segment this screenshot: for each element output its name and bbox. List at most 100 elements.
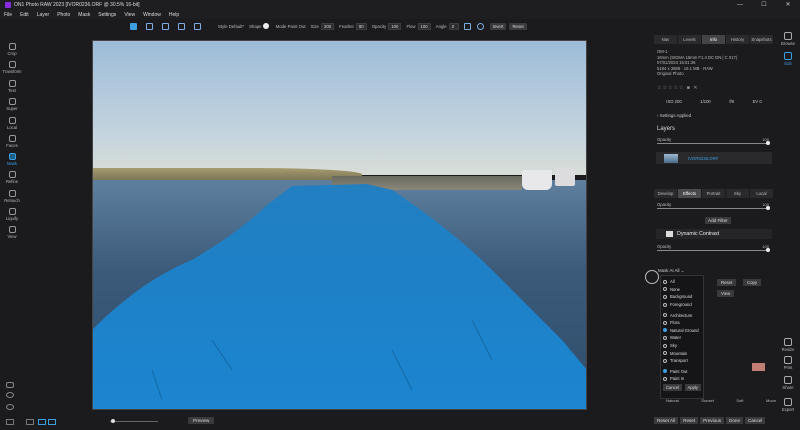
reset-panel-button[interactable]: Reset xyxy=(680,417,699,424)
menu-photo[interactable]: Photo xyxy=(57,12,70,18)
cancel-button[interactable]: Cancel xyxy=(745,417,766,424)
menu-view[interactable]: View xyxy=(124,12,135,18)
tab-sky[interactable]: Sky xyxy=(726,189,750,198)
tool-super[interactable]: Super xyxy=(0,98,24,111)
shape-option[interactable]: Shape xyxy=(249,23,271,29)
style-option[interactable]: Style Default* xyxy=(218,24,244,29)
tab-levels[interactable]: Levels xyxy=(678,35,702,44)
dd-option-none[interactable]: None xyxy=(663,286,701,294)
invert-button[interactable]: Invert xyxy=(489,22,507,30)
opacity-input[interactable]: 100 xyxy=(388,22,402,30)
gear-icon[interactable] xyxy=(476,22,484,30)
tab-snapshots[interactable]: Snapshots xyxy=(750,35,774,44)
filter-header[interactable]: Dynamic Contrast xyxy=(656,229,772,239)
dd-apply-button[interactable]: Apply xyxy=(684,383,701,391)
angle-input[interactable]: 0 xyxy=(448,22,459,30)
reset-all-button[interactable]: Reset All xyxy=(654,417,679,424)
previous-button[interactable]: Previous xyxy=(700,417,725,424)
dd-cancel-button[interactable]: Cancel xyxy=(663,383,683,391)
flow-input[interactable]: 100 xyxy=(417,22,431,30)
minimize-button[interactable]: — xyxy=(728,0,752,10)
tool-crop[interactable]: Crop xyxy=(0,43,24,56)
layer-row[interactable]: IVOR0236.ORF xyxy=(656,152,772,164)
dd-option-mountain[interactable]: Mountain xyxy=(663,349,701,357)
color-swatch[interactable] xyxy=(752,363,765,371)
single-view-icon[interactable] xyxy=(26,419,34,425)
module-export[interactable]: Export xyxy=(776,398,800,412)
mode-value[interactable]: Paint Out xyxy=(288,24,306,29)
menu-help[interactable]: Help xyxy=(169,12,179,18)
split-view-icon[interactable] xyxy=(48,419,56,425)
tool-refine[interactable]: Refine xyxy=(0,171,24,184)
effects-opacity-slider[interactable]: Opacity 100 xyxy=(657,202,771,212)
dd-option-paint-in[interactable]: Paint In xyxy=(663,375,701,383)
dd-option-transport[interactable]: Transport xyxy=(663,357,701,365)
tab-info[interactable]: Info xyxy=(702,35,726,44)
dd-option-sky[interactable]: Sky xyxy=(663,342,701,350)
menu-file[interactable]: File xyxy=(4,12,12,18)
tool-text[interactable]: Text xyxy=(0,80,24,93)
dd-option-background[interactable]: Background xyxy=(663,293,701,301)
tool-mask[interactable]: Mask xyxy=(0,153,24,166)
tool-view[interactable]: View xyxy=(0,226,24,239)
dd-option-natural-ground[interactable]: Natural Ground xyxy=(663,327,701,335)
mask-view-button[interactable]: View xyxy=(717,290,735,297)
menu-edit[interactable]: Edit xyxy=(20,12,29,18)
layer-opacity-knob[interactable] xyxy=(766,141,770,145)
maximize-button[interactable]: ☐ xyxy=(752,0,776,10)
dd-option-architecture[interactable]: Architecture xyxy=(663,311,701,319)
pen-pressure-icon[interactable] xyxy=(463,22,471,30)
tool-liquify[interactable]: Liquify xyxy=(0,208,24,221)
tool-faces[interactable]: Faces xyxy=(0,135,24,148)
effects-opacity-knob[interactable] xyxy=(766,206,770,210)
zoom-slider-knob[interactable] xyxy=(111,419,115,423)
preset-moon[interactable]: Moon xyxy=(766,398,776,403)
module-share[interactable]: Share xyxy=(776,376,800,390)
feather-input[interactable]: 80 xyxy=(355,22,367,30)
preset-soft[interactable]: Soft xyxy=(736,398,743,403)
contrast-icon[interactable] xyxy=(6,392,14,398)
mask-ai-dropdown-trigger[interactable]: Mask AI All ⌄ xyxy=(658,268,684,274)
dd-option-foreground[interactable]: Foreground xyxy=(663,301,701,309)
module-resize[interactable]: Resize xyxy=(776,338,800,352)
mask-bug-icon[interactable] xyxy=(146,22,153,30)
help-icon[interactable] xyxy=(6,404,14,410)
tab-local[interactable]: Local xyxy=(750,189,774,198)
module-edit[interactable]: Edit xyxy=(776,52,800,66)
tool-local[interactable]: Local xyxy=(0,117,24,130)
tab-nav[interactable]: Nav xyxy=(654,35,678,44)
brush-shape-icon[interactable] xyxy=(262,23,269,29)
tool-retouch[interactable]: Retouch xyxy=(0,190,24,203)
dd-option-water[interactable]: Water xyxy=(663,334,701,342)
preset-natural[interactable]: Natural xyxy=(666,398,679,403)
rating-stars[interactable]: ☆☆☆☆☆ ■ ✕ xyxy=(657,85,698,91)
tab-portrait[interactable]: Portrait xyxy=(702,189,726,198)
tab-effects[interactable]: Effects xyxy=(678,189,702,198)
dd-option-flora[interactable]: Flora xyxy=(663,319,701,327)
module-print[interactable]: Print xyxy=(776,356,800,370)
dd-option-all[interactable]: All xyxy=(663,278,701,286)
blur-brush-icon[interactable] xyxy=(194,22,201,30)
layer-opacity-slider[interactable]: Opacity 100 xyxy=(657,137,771,147)
mask-copy-button[interactable]: Copy xyxy=(743,279,762,286)
mode-option[interactable]: Mode Paint Out xyxy=(276,24,306,29)
size-input[interactable]: 200 xyxy=(320,22,335,30)
done-button[interactable]: Done xyxy=(726,417,744,424)
mask-reset-button[interactable]: Reset xyxy=(717,279,737,286)
chisel-icon[interactable] xyxy=(178,22,185,30)
zoom-slider[interactable] xyxy=(110,421,158,422)
style-value[interactable]: Default* xyxy=(229,24,244,29)
ai-quick-mask-icon[interactable] xyxy=(162,22,169,30)
menu-layer[interactable]: Layer xyxy=(37,12,50,18)
tab-history[interactable]: History xyxy=(726,35,750,44)
menu-mask[interactable]: Mask xyxy=(78,12,90,18)
menu-settings[interactable]: Settings xyxy=(98,12,116,18)
settings-applied-toggle[interactable]: › Settings Applied xyxy=(657,113,691,118)
preview-button[interactable]: Preview xyxy=(188,417,215,424)
menu-window[interactable]: Window xyxy=(143,12,161,18)
panel-toggle-icon[interactable] xyxy=(6,419,14,425)
mask-brush-icon[interactable] xyxy=(130,22,137,30)
dd-option-paint-out[interactable]: Paint Out xyxy=(663,368,701,376)
filter-opacity-knob[interactable] xyxy=(766,248,770,252)
reset-button[interactable]: Reset xyxy=(509,22,527,30)
